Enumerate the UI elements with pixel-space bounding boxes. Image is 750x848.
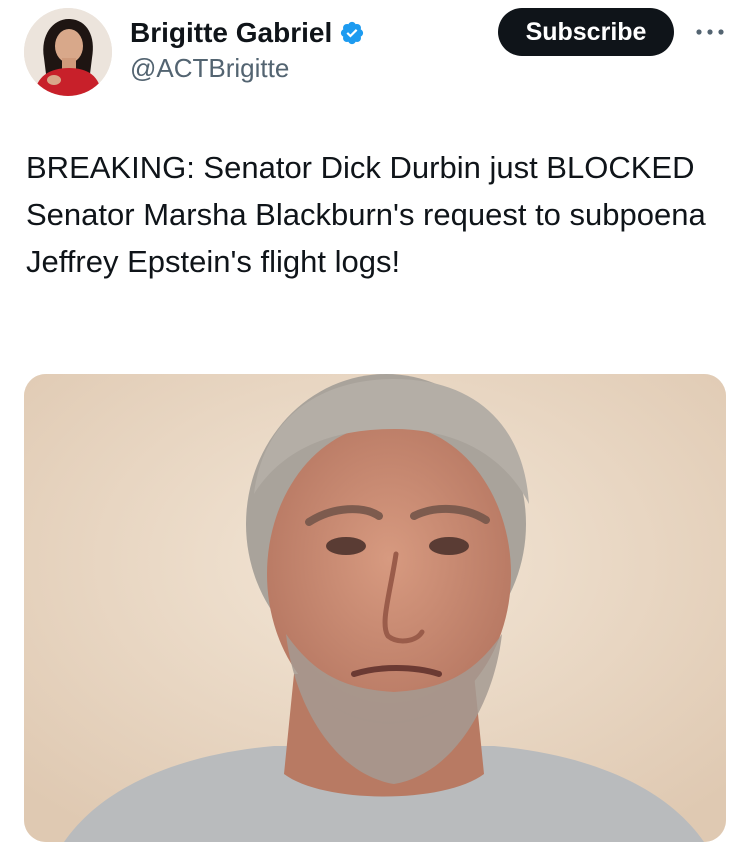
author-avatar[interactable]: [24, 8, 112, 96]
avatar-image: [24, 8, 112, 96]
portrait-photo-image: [24, 374, 726, 842]
tweet-text: BREAKING: Senator Dick Durbin just BLOCK…: [26, 150, 706, 279]
tweet-media-photo[interactable]: [24, 374, 726, 842]
subscribe-button[interactable]: Subscribe: [498, 8, 674, 56]
more-options-button[interactable]: [692, 18, 728, 46]
author-name-row: Brigitte Gabriel: [130, 15, 365, 51]
author-name[interactable]: Brigitte Gabriel: [130, 17, 332, 49]
tweet: Brigitte Gabriel @ACTBrigitte Subscribe …: [0, 0, 750, 848]
author-handle[interactable]: @ACTBrigitte: [130, 53, 289, 84]
more-horizontal-icon: [696, 29, 724, 35]
verified-badge-icon: [339, 20, 365, 46]
